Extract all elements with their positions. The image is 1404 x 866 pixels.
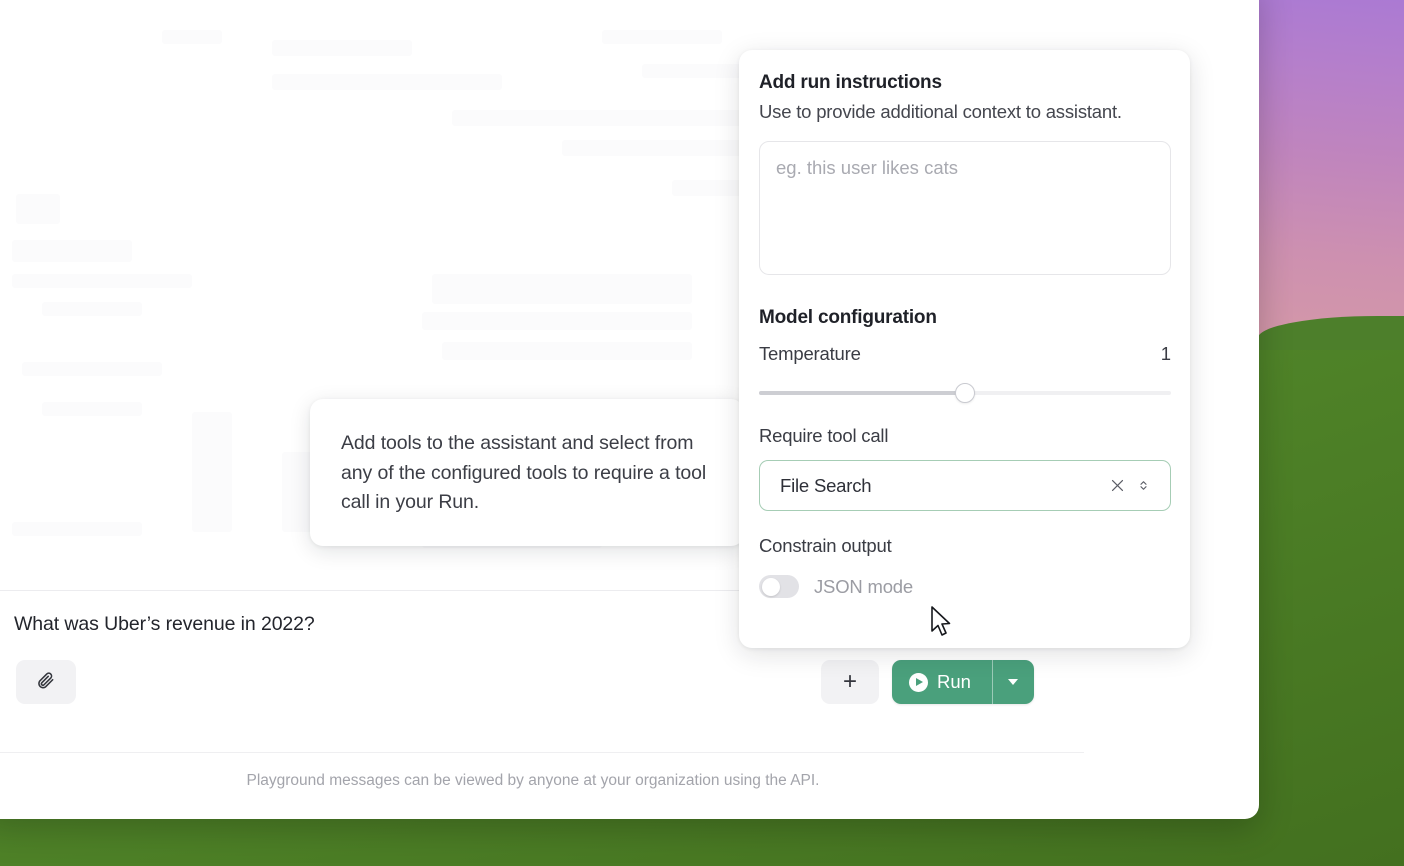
run-button-group: Run — [892, 660, 1034, 704]
add-run-instructions-title: Add run instructions — [759, 72, 942, 93]
user-message-text[interactable]: What was Uber’s revenue in 2022? — [14, 613, 315, 636]
json-mode-label: JSON mode — [814, 575, 913, 597]
tooltip-text: Add tools to the assistant and select fr… — [341, 432, 707, 514]
composer-bottom-divider — [0, 752, 1084, 753]
require-tool-call-label: Require tool call — [759, 425, 889, 446]
ghost-block — [442, 342, 692, 360]
run-instructions-input[interactable] — [759, 141, 1171, 275]
play-icon — [909, 672, 928, 692]
run-button[interactable]: Run — [892, 660, 992, 704]
playground-privacy-note: Playground messages can be viewed by any… — [246, 772, 820, 789]
temperature-label: Temperature — [759, 343, 861, 364]
require-tool-call-selected-value: File Search — [780, 474, 872, 496]
ghost-block — [432, 274, 692, 304]
ghost-block — [12, 522, 142, 536]
add-run-instructions-subtitle: Use to provide additional context to ass… — [759, 101, 1122, 122]
slider-thumb[interactable] — [955, 383, 975, 403]
run-button-label: Run — [937, 671, 971, 692]
json-mode-row[interactable]: JSON mode — [759, 575, 1170, 598]
ghost-block — [22, 362, 162, 376]
temperature-value: 1 — [1160, 343, 1171, 364]
paperclip-icon — [36, 671, 56, 694]
wallpaper-upper-band — [1258, 0, 1404, 356]
ghost-block — [452, 110, 782, 126]
require-tool-call-select[interactable]: File Search — [759, 460, 1171, 511]
ghost-block — [192, 412, 232, 532]
require-tool-call-tooltip: Add tools to the assistant and select fr… — [310, 399, 744, 546]
ghost-block — [602, 30, 722, 44]
chevron-up-down-icon[interactable] — [1130, 473, 1156, 499]
desktop: What was Uber’s revenue in 2022? + Run P… — [0, 0, 1404, 866]
constrain-output-label: Constrain output — [759, 535, 892, 556]
attach-file-button[interactable] — [16, 660, 76, 704]
temperature-row: Temperature 1 — [759, 343, 1171, 365]
ghost-block — [642, 64, 752, 78]
ghost-block — [42, 302, 142, 316]
run-settings-popover: Add run instructions Use to provide addi… — [739, 50, 1190, 648]
ghost-block — [12, 274, 192, 288]
json-mode-toggle[interactable] — [759, 575, 799, 598]
ghost-block — [12, 240, 132, 262]
ghost-block — [272, 40, 412, 56]
ghost-block — [422, 312, 692, 330]
close-icon[interactable] — [1104, 473, 1130, 499]
temperature-slider[interactable] — [759, 383, 1171, 403]
ghost-block — [272, 74, 502, 90]
ghost-block — [42, 402, 142, 416]
run-options-dropdown-button[interactable] — [991, 660, 1034, 704]
slider-track-fill — [759, 391, 965, 395]
ghost-block — [16, 194, 60, 224]
add-message-button[interactable]: + — [821, 660, 879, 704]
ghost-block — [162, 30, 222, 44]
browser-window: What was Uber’s revenue in 2022? + Run P… — [0, 0, 1259, 819]
model-configuration-title: Model configuration — [759, 307, 937, 328]
